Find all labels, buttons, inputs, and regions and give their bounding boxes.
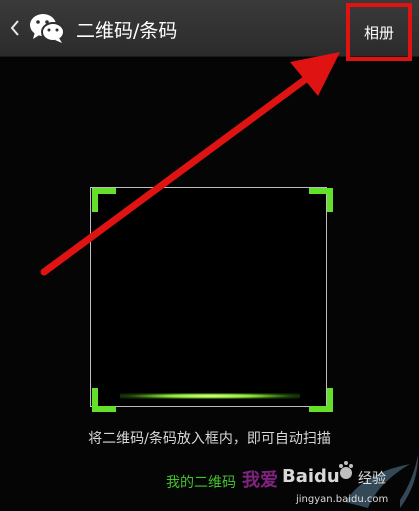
scan-hint: 将二维码/条码放入框内，即可自动扫描: [88, 431, 331, 447]
scan-corner-top-right: [309, 188, 333, 212]
page-title: 二维码/条码: [76, 20, 178, 42]
scan-corner-bottom-right: [309, 388, 333, 412]
watermark-url: jingyan.baidu.com: [296, 494, 389, 505]
wechat-logo-icon: [30, 14, 65, 43]
chevron-left-icon[interactable]: [8, 18, 22, 38]
scan-corner-top-left: [92, 188, 116, 212]
my-qr-code-link[interactable]: 我的二维码: [166, 472, 236, 492]
top-bar: 二维码/条码 相册: [0, 0, 419, 61]
watermark-brand: 我爱: [242, 470, 278, 491]
scan-frame: [90, 187, 327, 407]
watermark-jingyan: 经验: [358, 471, 386, 487]
album-button[interactable]: 相册: [346, 3, 412, 61]
scan-line: [120, 393, 300, 399]
scan-corner-bottom-left: [92, 388, 116, 412]
watermark-baidu: Baidu: [282, 466, 340, 487]
